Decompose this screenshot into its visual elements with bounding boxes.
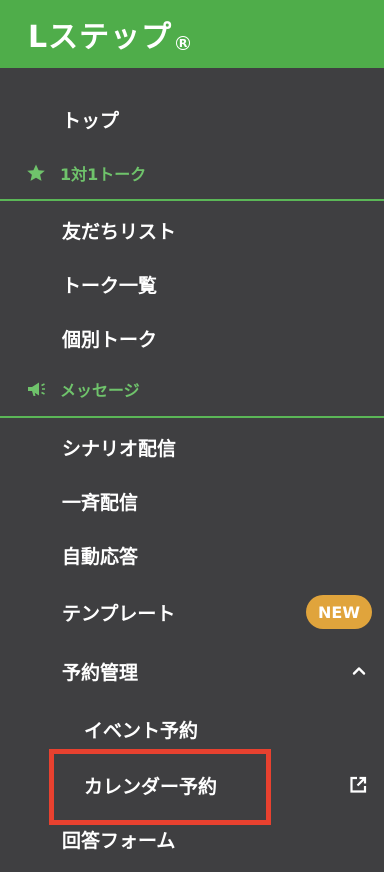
new-badge: NEW	[306, 595, 372, 629]
external-link-icon[interactable]	[348, 775, 368, 795]
registered-mark: R	[176, 36, 191, 50]
section-message: メッセージ	[0, 362, 384, 416]
section-divider	[0, 416, 384, 418]
section-divider	[0, 199, 384, 201]
menu-item-top-label: トップ	[62, 109, 120, 132]
menu-item-broadcast[interactable]: 一斉配信	[0, 474, 384, 528]
logo-text: Lステップ	[28, 20, 173, 55]
menu-item-friends-list[interactable]: 友だちリスト	[0, 203, 384, 257]
menu-item-top[interactable]: トップ	[0, 92, 384, 146]
star-icon	[27, 164, 45, 181]
megaphone-icon	[28, 382, 45, 396]
menu-item-reservation-label: 予約管理	[62, 661, 139, 684]
menu-item-reservation[interactable]: 予約管理	[0, 644, 384, 698]
section-message-label: メッセージ	[60, 381, 140, 400]
menu-item-event-reservation-label: イベント予約	[84, 719, 199, 742]
menu-item-template[interactable]: テンプレート NEW	[0, 585, 384, 639]
menu-item-event-reservation[interactable]: イベント予約	[0, 702, 384, 756]
menu-item-auto-reply[interactable]: 自動応答	[0, 528, 384, 582]
section-one-on-one-talk: 1対1トーク	[0, 146, 384, 200]
brand-logo[interactable]: Lステップ R	[28, 11, 191, 57]
menu-item-friends-list-label: 友だちリスト	[62, 220, 177, 243]
menu-item-answer-form-label: 回答フォーム	[62, 829, 176, 852]
app-header: Lステップ R	[0, 0, 384, 68]
menu-item-scenario-label: シナリオ配信	[62, 437, 177, 460]
section-talk-label: 1対1トーク	[60, 165, 147, 184]
menu-item-personal-talk-label: 個別トーク	[62, 328, 158, 351]
menu-item-template-label: テンプレート	[62, 602, 176, 625]
menu-item-talk-list-label: トーク一覧	[62, 274, 158, 297]
menu-item-scenario[interactable]: シナリオ配信	[0, 420, 384, 474]
menu-item-auto-reply-label: 自動応答	[62, 545, 139, 568]
menu-item-personal-talk[interactable]: 個別トーク	[0, 311, 384, 365]
chevron-up-icon[interactable]	[350, 662, 368, 680]
menu-item-broadcast-label: 一斉配信	[62, 491, 139, 514]
menu-item-talk-list[interactable]: トーク一覧	[0, 257, 384, 311]
menu-item-answer-form[interactable]: 回答フォーム	[0, 812, 384, 866]
